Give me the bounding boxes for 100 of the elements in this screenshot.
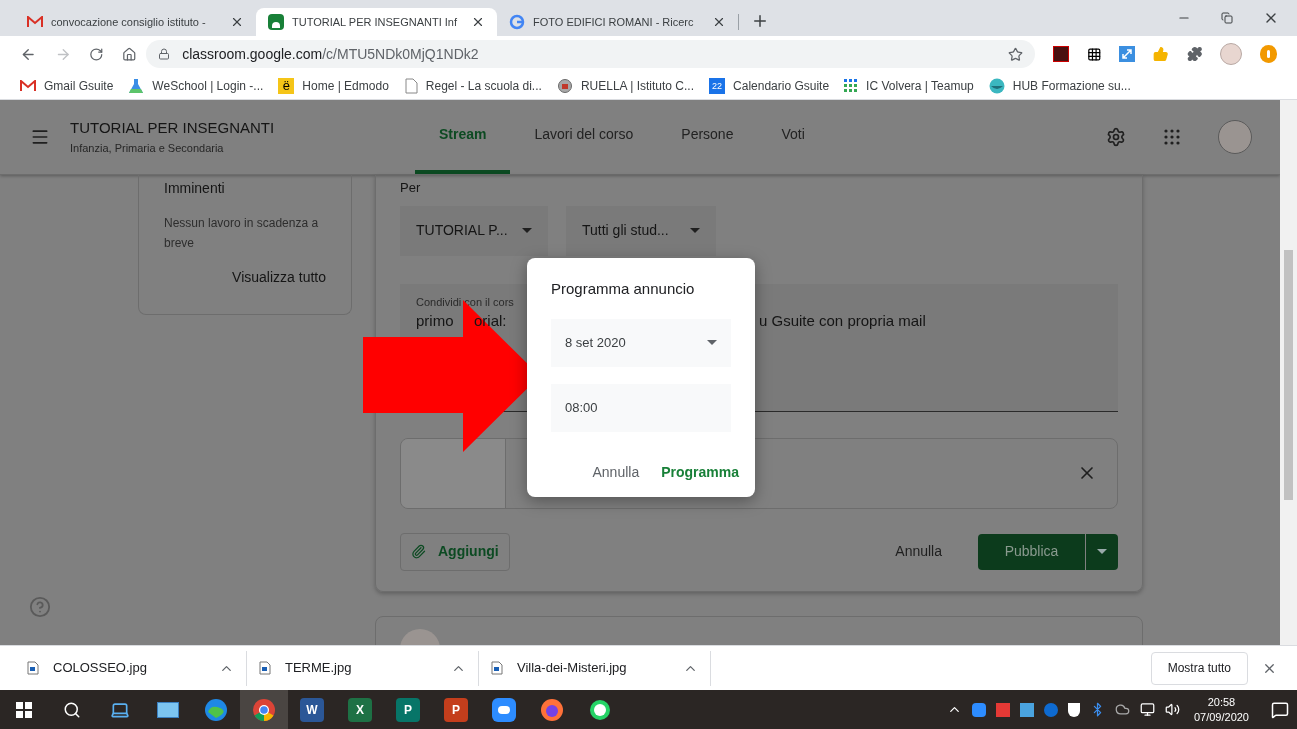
scrollbar[interactable] [1280, 100, 1297, 645]
close-icon[interactable] [230, 15, 244, 29]
download-file-name[interactable]: TERME.jpg [285, 658, 437, 678]
document-icon [403, 77, 418, 94]
calendar-icon: 22 [709, 77, 726, 94]
office-app-icon[interactable]: P [444, 697, 468, 722]
restore-icon[interactable] [1221, 12, 1233, 24]
tab-title: TUTORIAL PER INSEGNANTI Inf [292, 14, 459, 30]
bookmark-item[interactable]: 22 Calendario Gsuite [709, 76, 830, 95]
schedule-button[interactable]: Programma [661, 461, 739, 483]
cancel-button[interactable]: Annulla [895, 541, 942, 562]
nav-tab[interactable]: Persone [657, 100, 758, 174]
chat-bubble-icon[interactable] [588, 697, 612, 722]
notifications-icon[interactable] [1271, 700, 1289, 719]
control-panel-icon[interactable] [157, 701, 179, 718]
publish-button[interactable]: Pubblica [978, 533, 1085, 570]
network-icon[interactable] [1139, 702, 1155, 717]
course-subtitle: Infanzia, Primaria e Secondaria [70, 140, 225, 156]
bookmark-item[interactable]: Regel - La scuola di... [403, 76, 542, 95]
bookmark-item[interactable]: Gmail Gsuite [20, 76, 114, 95]
new-tab-icon[interactable] [751, 12, 769, 30]
dropdown-caret-icon [1097, 549, 1107, 554]
firefox-icon[interactable] [540, 697, 564, 722]
dropdown-caret-icon [707, 340, 717, 345]
post-text-fragment: primo [416, 310, 454, 331]
paperclip-icon [411, 544, 426, 559]
emblem-icon [556, 77, 573, 94]
office-app-icon[interactable]: W [300, 697, 324, 722]
mail-icon [27, 16, 43, 28]
mail-icon [20, 79, 36, 92]
browser-tab[interactable]: convocazione consiglio istituto - [15, 8, 256, 36]
view-all-link[interactable]: Visualizza tutto [232, 267, 326, 288]
network-app-icon[interactable] [1019, 702, 1034, 717]
scroll-thumb[interactable] [1284, 250, 1293, 500]
classroom-icon [268, 14, 284, 30]
taskbar-app-slot[interactable]: W [288, 690, 336, 729]
apps-grid-icon[interactable] [1164, 128, 1180, 145]
extensions-icon[interactable] [1186, 46, 1203, 62]
address-bar[interactable]: classroom.google.com/c/MTU5NDk0MjQ1NDk2 [146, 40, 1035, 68]
dropdown-caret-icon [522, 228, 532, 233]
grid-icon[interactable] [1086, 46, 1102, 62]
show-all-button[interactable]: Mostra tutto [1150, 651, 1248, 685]
flask-icon [128, 77, 145, 94]
browser-tab[interactable]: FOTO EDIFICI ROMANI - Ricerc [497, 8, 738, 36]
post-text-fragment: u Gsuite con propria mail [759, 310, 926, 331]
remote-app-icon[interactable] [995, 702, 1010, 717]
for-label: Per [400, 179, 422, 197]
video-camera-icon[interactable] [492, 697, 516, 722]
lock-icon [158, 48, 171, 60]
cancel-button[interactable]: Annulla [592, 461, 640, 483]
students-select[interactable]: Tutti gli stud... [566, 205, 716, 256]
nav-tab[interactable]: Lavori del corso [510, 100, 658, 174]
remote-control-icon[interactable] [1043, 702, 1058, 717]
chrome-icon[interactable] [252, 697, 276, 722]
taskbar-app-slot[interactable]: X [336, 690, 384, 729]
settings-icon[interactable] [1106, 126, 1126, 147]
dots-icon [844, 78, 859, 93]
edmodo-icon: ë [278, 77, 295, 94]
bookmark-item[interactable]: ë Home | Edmodo [278, 76, 389, 95]
home-icon[interactable] [121, 46, 137, 62]
upcoming-title: Imminenti [164, 179, 226, 198]
image-file-icon [27, 661, 39, 675]
course-title: TUTORIAL PER INSEGNANTI [70, 118, 275, 138]
bookmark-item[interactable]: RUELLA | Istituto C... [556, 76, 695, 95]
expand-icon[interactable] [1119, 46, 1136, 62]
close-icon[interactable] [471, 15, 485, 29]
dropdown-caret-icon [690, 228, 700, 233]
taskbar-app-slot[interactable]: P [384, 690, 432, 729]
download-file-name[interactable]: COLOSSEO.jpg [53, 658, 205, 678]
taskbar-app-slot[interactable]: P [432, 690, 480, 729]
search-icon[interactable] [63, 700, 81, 719]
volume-icon[interactable] [1164, 702, 1180, 717]
time-field[interactable]: 08:00 [551, 383, 731, 432]
publish-options-button[interactable] [1086, 533, 1118, 570]
image-file-icon [259, 661, 271, 675]
clock[interactable]: 20:58 07/09/2020 [1189, 694, 1253, 725]
hub-icon [988, 77, 1005, 94]
download-file-name[interactable]: Villa-dei-Misteri.jpg [517, 658, 669, 678]
shield-icon[interactable] [1067, 702, 1080, 717]
google-icon [509, 14, 525, 30]
nav-tab[interactable]: Voti [757, 100, 829, 174]
reload-icon[interactable] [89, 46, 104, 62]
pdf-icon[interactable] [1052, 46, 1069, 62]
bookmark-item[interactable]: HUB Formazione su... [988, 76, 1131, 95]
close-icon[interactable] [712, 15, 726, 29]
bookmark-item[interactable]: WeSchool | Login -... [128, 76, 264, 95]
bookmark-star-icon[interactable] [1007, 46, 1023, 62]
cloud-icon[interactable] [1114, 702, 1130, 717]
office-app-icon[interactable]: X [348, 697, 372, 722]
image-file-icon [491, 661, 503, 675]
office-app-icon[interactable]: P [396, 697, 420, 722]
browser-tab[interactable]: TUTORIAL PER INSEGNANTI Inf [256, 8, 497, 36]
tab-title: convocazione consiglio istituto - [51, 14, 207, 30]
thumbs-up-icon[interactable] [1153, 46, 1169, 62]
class-select[interactable]: TUTORIAL P... [400, 205, 548, 256]
date-select[interactable]: 8 set 2020 [551, 318, 731, 367]
url-text: classroom.google.com/c/MTU5NDk0MjQ1NDk2 [182, 44, 480, 64]
edge-icon[interactable] [204, 697, 228, 722]
upcoming-text: Nessun lavoro in scadenza a breve [164, 215, 320, 252]
bookmark-item[interactable]: IC Volvera | Teamup [844, 76, 974, 95]
